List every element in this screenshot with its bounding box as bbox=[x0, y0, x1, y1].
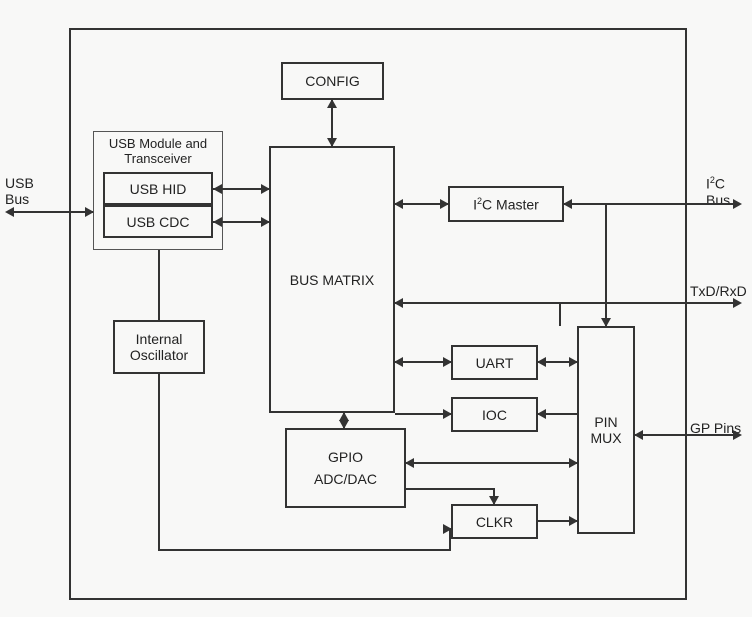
arrow-bu-r bbox=[443, 357, 452, 367]
arrow-gp-r bbox=[569, 458, 578, 468]
arrow-cdc-r bbox=[261, 217, 270, 227]
arrow-up-l bbox=[537, 357, 546, 367]
arrow-i2c-pinmux-d bbox=[601, 318, 611, 327]
label-gpio-adcdac: GPIO ADC/DAC bbox=[314, 446, 377, 491]
block-config: CONFIG bbox=[281, 62, 384, 100]
arrow-config-u bbox=[327, 99, 337, 108]
arrow-txd-l bbox=[394, 298, 403, 308]
arrow-bus-i2c-l bbox=[394, 199, 403, 209]
arrow-gc-d bbox=[489, 496, 499, 505]
conn-usb-osc bbox=[158, 250, 160, 320]
label-usb-cdc: USB CDC bbox=[126, 214, 189, 230]
conn-txdrxd bbox=[395, 302, 740, 304]
block-gpio-adcdac: GPIO ADC/DAC bbox=[285, 428, 406, 508]
arrow-up-r bbox=[569, 357, 578, 367]
label-usb-hid: USB HID bbox=[130, 181, 187, 197]
usb-module-title: USB Module and Transceiver bbox=[94, 136, 222, 166]
label-internal-oscillator: Internal Oscillator bbox=[130, 331, 188, 363]
conn-osc-clkr-h bbox=[158, 549, 451, 551]
block-clkr: CLKR bbox=[451, 504, 538, 539]
arrow-i2cext-l bbox=[563, 199, 572, 209]
label-i2c-master: I2C Master bbox=[473, 196, 539, 213]
label-uart: UART bbox=[476, 355, 514, 371]
conn-i2c-pinmux-v bbox=[605, 203, 607, 326]
label-ioc: IOC bbox=[482, 407, 507, 423]
arrow-bu-l bbox=[394, 357, 403, 367]
arrow-gpext-r bbox=[733, 430, 742, 440]
arrow-bg-d bbox=[339, 420, 349, 429]
conn-gpio-clkr-h bbox=[406, 488, 494, 490]
block-usb-hid: USB HID bbox=[103, 172, 213, 205]
label-clkr: CLKR bbox=[476, 514, 513, 530]
block-pin-mux: PIN MUX bbox=[577, 326, 635, 534]
label-usb-bus: USB Bus bbox=[5, 175, 34, 207]
diagram-canvas: USB Bus I2CBus TxD/RxD GP Pins USB Modul… bbox=[0, 0, 752, 617]
conn-gpio-pinmux bbox=[406, 462, 577, 464]
block-uart: UART bbox=[451, 345, 538, 380]
arrow-pio-l bbox=[537, 409, 546, 419]
arrow-usb-ext-r bbox=[85, 207, 94, 217]
arrow-config-d bbox=[327, 138, 337, 147]
label-txd-rxd: TxD/RxD bbox=[690, 283, 747, 299]
block-ioc: IOC bbox=[451, 397, 538, 432]
conn-i2c-ext bbox=[564, 203, 740, 205]
conn-pinmux-gp bbox=[635, 434, 740, 436]
block-bus-matrix: BUS MATRIX bbox=[269, 146, 395, 413]
block-usb-cdc: USB CDC bbox=[103, 205, 213, 238]
arrow-cp-r bbox=[569, 516, 578, 526]
arrow-txd-r bbox=[733, 298, 742, 308]
label-pin-mux: PIN MUX bbox=[590, 414, 621, 446]
arrow-hid-l bbox=[213, 184, 222, 194]
arrow-i2cext-r bbox=[733, 199, 742, 209]
arrow-gp-l bbox=[405, 458, 414, 468]
arrow-cdc-l bbox=[213, 217, 222, 227]
arrow-bus-i2c-r bbox=[440, 199, 449, 209]
arrow-oc-into-clkr bbox=[443, 524, 452, 534]
label-config: CONFIG bbox=[305, 73, 359, 89]
conn-txd-drop bbox=[559, 302, 561, 326]
arrow-gpext-l bbox=[634, 430, 643, 440]
block-i2c-master: I2C Master bbox=[448, 186, 564, 222]
arrow-usb-ext-l bbox=[5, 207, 14, 217]
arrow-hid-r bbox=[261, 184, 270, 194]
arrow-bio-r bbox=[443, 409, 452, 419]
conn-osc-clkr-v bbox=[158, 374, 160, 549]
block-internal-oscillator: Internal Oscillator bbox=[113, 320, 205, 374]
conn-usb-ext bbox=[13, 211, 93, 213]
label-bus-matrix: BUS MATRIX bbox=[290, 272, 375, 288]
